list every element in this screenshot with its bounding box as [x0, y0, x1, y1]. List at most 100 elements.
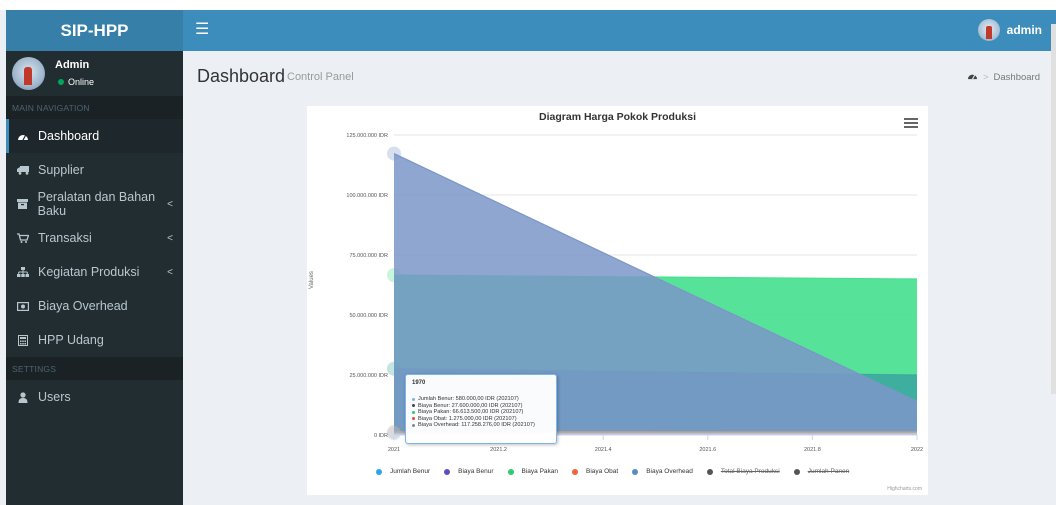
- legend-swatch-icon: [444, 468, 451, 475]
- legend-swatch-icon: [793, 468, 800, 475]
- series-dot-icon: [412, 404, 415, 408]
- legend-item[interactable]: Jumlah Panen: [793, 468, 850, 475]
- area-chart: 0 IDR 25.000.000 IDR 50.000.000 IDR 75.000.…: [346, 133, 923, 453]
- legend-swatch-icon: [572, 468, 579, 475]
- page-title: Dashboard: [197, 66, 286, 86]
- header-avatar: [977, 19, 1000, 41]
- chart-credit[interactable]: Highcharts.com: [887, 486, 922, 492]
- truck-icon: [16, 164, 30, 176]
- series-dot-icon: [412, 423, 415, 427]
- y-tick-label: 100.000.000 IDR: [346, 193, 388, 199]
- x-tick-label: 2021.6: [699, 447, 716, 453]
- online-dot-icon: [58, 79, 64, 85]
- dashboard-icon: [16, 130, 30, 142]
- avatar: [12, 57, 45, 90]
- top-navbar: ☰ admin: [183, 10, 1056, 51]
- sidebar-item-dashboard[interactable]: Dashboard: [6, 119, 183, 153]
- chart-panel: 0 IDR 25.000.000 IDR 50.000.000 IDR 75.000.…: [307, 106, 928, 495]
- sidebar-item-users[interactable]: Users: [6, 380, 183, 414]
- breadcrumb-separator: >: [982, 71, 989, 83]
- sidebar-item-biaya-overhead[interactable]: Biaya Overhead: [6, 289, 183, 323]
- legend-item[interactable]: Total Biaya Produksi: [706, 468, 780, 475]
- breadcrumb-current: Dashboard: [993, 71, 1040, 83]
- legend-item[interactable]: Jumlah Benur: [376, 468, 430, 475]
- sidebar-toggle-icon[interactable]: ☰: [195, 22, 209, 38]
- legend-label: Biaya Overhead: [646, 468, 693, 475]
- chart-legend: Jumlah Benur Biaya Benur Biaya Pakan Biaya …: [376, 468, 849, 475]
- sidebar-item-transaksi[interactable]: Transaksi <: [6, 221, 183, 255]
- x-tick-label: 2021.4: [595, 447, 612, 453]
- user-name: Admin: [55, 59, 90, 71]
- page-subtitle: Control Panel: [287, 71, 354, 83]
- legend-label: Biaya Obat: [586, 468, 619, 475]
- breadcrumb: > Dashboard: [967, 71, 1040, 83]
- tooltip-row: Biaya Overhead: 117.258.276,00 IDR (2021…: [412, 422, 550, 429]
- chevron-left-icon: <: [167, 266, 173, 278]
- sidebar-item-label: Peralatan dan Bahan Baku: [37, 190, 156, 218]
- legend-item[interactable]: Biaya Overhead: [632, 468, 693, 475]
- legend-item[interactable]: Biaya Obat: [572, 468, 618, 475]
- sidebar-item-peralatan[interactable]: Peralatan dan Bahan Baku <: [6, 187, 183, 221]
- legend-swatch-icon: [632, 468, 639, 475]
- nav-header-settings: SETTINGS: [6, 357, 183, 380]
- page-scrollbar[interactable]: [1051, 24, 1056, 394]
- sidebar-item-supplier[interactable]: Supplier: [6, 153, 183, 187]
- sidebar-item-label: HPP Udang: [38, 333, 104, 347]
- x-tick-label: 2022: [911, 447, 923, 453]
- sidebar-item-hpp-udang[interactable]: HPP Udang: [6, 323, 183, 357]
- legend-label: Biaya Pakan: [521, 468, 559, 475]
- sitemap-icon: [16, 266, 30, 278]
- legend-label: Jumlah Benur: [390, 468, 431, 475]
- series-dot-icon: [412, 410, 415, 414]
- user-menu[interactable]: admin: [977, 19, 1042, 41]
- legend-label: Jumlah Panen: [807, 468, 850, 475]
- series-dot-icon: [412, 397, 415, 401]
- header-username: admin: [1006, 23, 1042, 37]
- chart-title: Diagram Harga Pokok Produksi: [539, 111, 696, 123]
- user-icon: [16, 391, 30, 403]
- legend-item[interactable]: Biaya Benur: [444, 468, 494, 475]
- tooltip-title: 1970: [412, 380, 426, 386]
- dashboard-icon[interactable]: [967, 71, 978, 83]
- marker-halo-biaya-overhead: [387, 146, 401, 161]
- y-tick-label: 50.000.000 IDR: [349, 313, 388, 319]
- series-dot-icon: [412, 417, 415, 421]
- y-tick-label: 25.000.000 IDR: [349, 373, 388, 379]
- sidebar-item-label: Biaya Overhead: [38, 299, 128, 313]
- sidebar-item-kegiatan-produksi[interactable]: Kegiatan Produksi <: [6, 255, 183, 289]
- x-tick-label: 2021.2: [490, 447, 507, 453]
- user-status: Online: [58, 77, 94, 87]
- money-icon: [16, 300, 30, 312]
- chart-menu-icon[interactable]: [904, 118, 918, 130]
- y-tick-label: 75.000.000 IDR: [349, 253, 388, 259]
- sidebar-item-label: Kegiatan Produksi: [38, 265, 140, 279]
- chevron-left-icon: <: [167, 232, 173, 244]
- sidebar-item-label: Dashboard: [38, 129, 100, 143]
- sidebar-item-label: Supplier: [38, 163, 84, 177]
- y-tick-label: 0 IDR: [374, 433, 388, 439]
- legend-label: Total Biaya Produksi: [720, 468, 780, 475]
- legend-swatch-icon: [706, 468, 713, 475]
- sidebar: Admin Online MAIN NAVIGATION Dashboard S…: [6, 51, 183, 505]
- legend-item[interactable]: Biaya Pakan: [507, 468, 559, 475]
- sidebar-item-label: Users: [38, 390, 71, 404]
- tooltip-row-text: Biaya Overhead: 117.258.276,00 IDR (2021…: [418, 422, 535, 428]
- chart-tooltip: 1970 Jumlah Benur: 580.000,00 IDR (20210…: [405, 374, 557, 444]
- x-tick-label: 2021: [388, 447, 400, 453]
- y-tick-label: 125.000.000 IDR: [346, 133, 388, 139]
- cart-icon: [16, 232, 30, 244]
- top-strip: [0, 0, 1056, 10]
- calculator-icon: [16, 334, 30, 346]
- legend-label: Biaya Benur: [458, 468, 494, 475]
- app-logo[interactable]: SIP-HPP: [6, 10, 183, 51]
- y-axis-title: Values: [309, 271, 315, 289]
- nav-header-main: MAIN NAVIGATION: [6, 96, 183, 119]
- user-panel: Admin Online: [6, 51, 183, 96]
- sidebar-item-label: Transaksi: [38, 231, 92, 245]
- chevron-left-icon: <: [167, 198, 173, 210]
- archive-icon: [16, 198, 30, 210]
- tooltip-rows: Jumlah Benur: 580.000,00 IDR (202107) Bia…: [412, 396, 550, 429]
- legend-swatch-icon: [376, 468, 382, 475]
- x-tick-label: 2021.8: [804, 447, 821, 453]
- user-status-label: Online: [68, 77, 95, 87]
